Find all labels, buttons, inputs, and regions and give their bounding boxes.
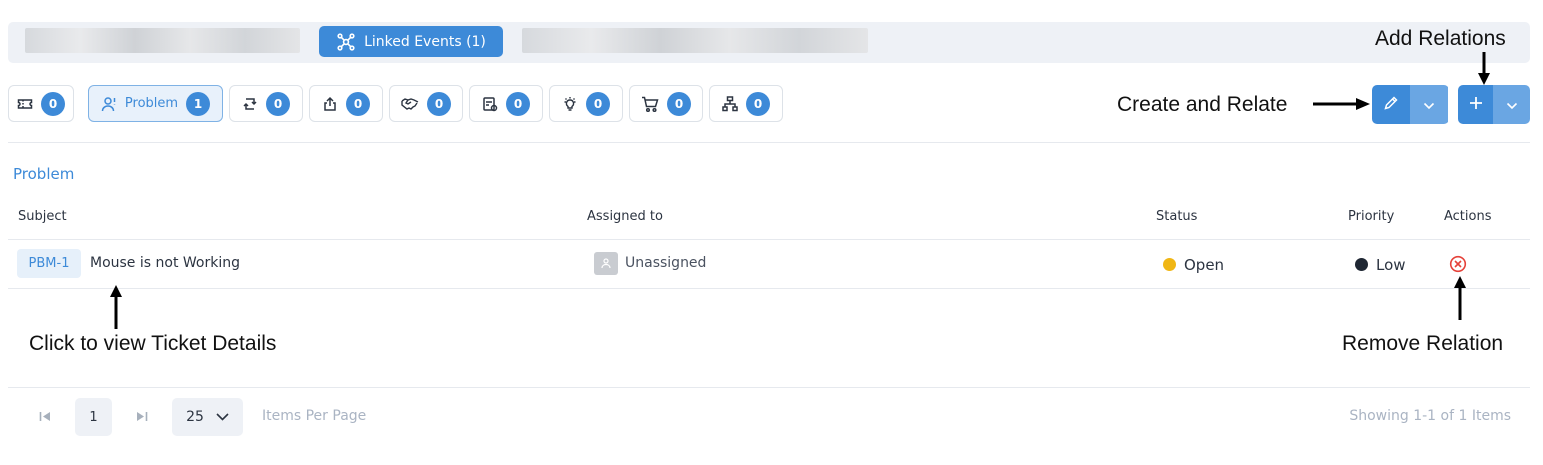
assignee-name[interactable]: Unassigned xyxy=(625,255,706,271)
row-divider xyxy=(8,288,1530,289)
chip-count: 0 xyxy=(346,91,370,116)
ticket-id-link[interactable]: PBM-1 xyxy=(17,249,81,278)
release-icon xyxy=(322,96,338,112)
user-icon xyxy=(600,254,612,273)
column-header-subject: Subject xyxy=(18,209,67,224)
column-header-assigned-to: Assigned to xyxy=(587,209,663,224)
chip-problem[interactable]: Problem 1 xyxy=(88,85,223,122)
pagination-divider xyxy=(8,387,1530,388)
divider xyxy=(8,142,1530,143)
items-per-page-label: Items Per Page xyxy=(262,408,367,424)
chip-count: 0 xyxy=(41,91,65,116)
create-and-relate-split-button xyxy=(1372,85,1449,124)
top-tab-bar: Linked Events (1) xyxy=(8,22,1530,63)
chip-count: 0 xyxy=(586,91,610,116)
section-title: Problem xyxy=(13,165,75,183)
annotation-remove-relation: Remove Relation xyxy=(1342,332,1504,355)
page-size-value: 25 xyxy=(186,409,204,425)
chip-handshake[interactable]: 0 xyxy=(389,85,463,122)
avatar xyxy=(594,252,618,275)
column-header-status: Status xyxy=(1156,209,1198,224)
change-icon xyxy=(242,96,258,112)
create-and-relate-button[interactable] xyxy=(1372,85,1410,124)
handshake-icon xyxy=(401,97,419,111)
page-size-select[interactable]: 25 xyxy=(172,398,243,436)
chip-changes[interactable]: 0 xyxy=(229,85,303,122)
arrow-right-icon xyxy=(1313,98,1370,110)
linked-network-icon xyxy=(336,32,356,52)
current-page[interactable]: 1 xyxy=(75,398,112,436)
chevron-down-icon xyxy=(1506,95,1518,114)
chip-count: 0 xyxy=(746,91,770,116)
first-page-icon[interactable] xyxy=(39,410,52,423)
pagination-summary: Showing 1-1 of 1 Items xyxy=(1349,408,1511,424)
chevron-down-icon xyxy=(1423,95,1435,114)
status-dot xyxy=(1163,258,1176,271)
chip-ideas[interactable]: 0 xyxy=(549,85,623,122)
status-value[interactable]: Open xyxy=(1184,256,1224,274)
tab-linked-events-label: Linked Events (1) xyxy=(364,33,486,50)
annotation-click-ticket: Click to view Ticket Details xyxy=(29,332,277,355)
chip-releases[interactable]: 0 xyxy=(309,85,383,122)
blurred-tab-left[interactable] xyxy=(25,28,300,53)
chip-count: 1 xyxy=(186,91,211,116)
table-header-divider xyxy=(8,239,1530,240)
annotation-add-relations: Add Relations xyxy=(1375,27,1506,50)
remove-relation-icon[interactable] xyxy=(1449,255,1467,273)
problem-user-icon xyxy=(101,96,117,112)
chip-assets[interactable]: 0 xyxy=(469,85,543,122)
chip-purchases[interactable]: 0 xyxy=(629,85,703,122)
chip-count: 0 xyxy=(506,91,530,116)
pencil-icon xyxy=(1383,95,1399,115)
add-relations-split-button xyxy=(1458,85,1530,124)
annotation-create-and-relate: Create and Relate xyxy=(1117,93,1288,116)
asset-icon xyxy=(482,96,498,112)
lightbulb-icon xyxy=(562,96,578,112)
add-relations-dropdown[interactable] xyxy=(1493,85,1530,124)
chip-count: 0 xyxy=(266,91,290,116)
last-page-icon[interactable] xyxy=(135,410,148,423)
chip-count: 0 xyxy=(667,91,691,116)
arrow-down-icon xyxy=(1478,52,1490,85)
column-header-actions: Actions xyxy=(1444,209,1492,224)
priority-value[interactable]: Low xyxy=(1376,256,1406,274)
chip-count: 0 xyxy=(427,91,451,116)
blurred-tab-right[interactable] xyxy=(522,28,868,53)
chip-tickets[interactable]: 0 xyxy=(8,85,74,122)
add-relations-button[interactable] xyxy=(1458,85,1493,124)
chevron-down-icon xyxy=(216,409,229,425)
create-and-relate-dropdown[interactable] xyxy=(1410,85,1448,124)
ticket-subject-link[interactable]: Mouse is not Working xyxy=(90,255,240,271)
chip-projects[interactable]: 0 xyxy=(709,85,783,122)
chip-label: Problem xyxy=(124,96,179,111)
tab-linked-events[interactable]: Linked Events (1) xyxy=(319,26,503,57)
column-header-priority: Priority xyxy=(1348,209,1395,224)
ticket-icon xyxy=(17,97,33,111)
arrow-up-icon xyxy=(1454,276,1466,320)
arrow-up-icon xyxy=(110,285,122,329)
hierarchy-icon xyxy=(722,95,738,112)
plus-icon xyxy=(1468,95,1484,115)
cart-icon xyxy=(641,96,659,112)
priority-dot xyxy=(1355,258,1368,271)
